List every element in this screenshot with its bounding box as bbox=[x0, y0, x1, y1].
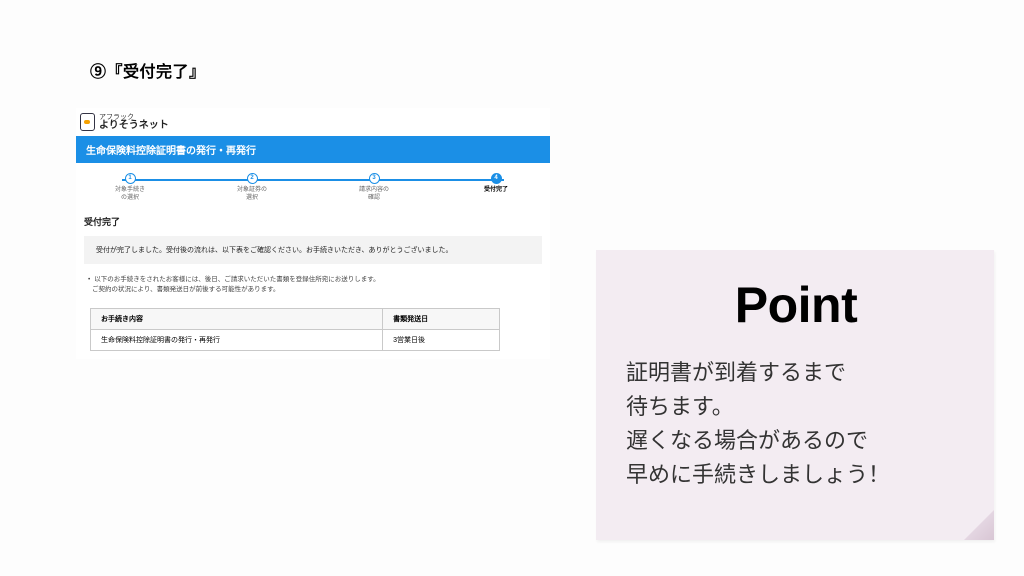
app-screenshot: アフラック よりそうネット 生命保険料控除証明書の発行・再発行 1 対象手続き … bbox=[76, 108, 550, 359]
step-dot-active: 4 bbox=[491, 173, 502, 184]
list-item: •以下のお手続きをされたお客様には、後日、ご請求いただいた書類を登録住所宛にお送… bbox=[88, 275, 538, 285]
note-title: Point bbox=[626, 276, 966, 334]
step-1: 1 対象手続き の選択 bbox=[98, 173, 162, 203]
step-dot: 1 bbox=[125, 173, 136, 184]
table-row: 生命保険料控除証明書の発行・再発行 3営業日後 bbox=[91, 330, 500, 351]
step-dot: 3 bbox=[369, 173, 380, 184]
page-title-bar: 生命保険料控除証明書の発行・再発行 bbox=[76, 136, 550, 163]
brand-bottom: よりそうネット bbox=[99, 121, 169, 131]
step-dot: 2 bbox=[247, 173, 258, 184]
step-2: 2 対象証券の 選択 bbox=[220, 173, 284, 203]
notice-list: •以下のお手続きをされたお客様には、後日、ご請求いただいた書類を登録住所宛にお送… bbox=[76, 270, 550, 301]
step-label-active: 受付完了 bbox=[464, 187, 528, 195]
brand-bar: アフラック よりそうネット bbox=[76, 108, 550, 136]
point-sticky-note: Point 証明書が到着するまで 待ちます。 遅くなる場合があるので 早めに手続… bbox=[596, 250, 994, 540]
shipping-table: お手続き内容 書類発送日 生命保険料控除証明書の発行・再発行 3営業日後 bbox=[90, 308, 500, 351]
panel-subheading: 受付完了 bbox=[76, 211, 550, 232]
cell: 生命保険料控除証明書の発行・再発行 bbox=[91, 330, 383, 351]
section-heading: ⑨『受付完了』 bbox=[90, 58, 206, 82]
col-header: 書類発送日 bbox=[383, 309, 500, 330]
step-label: 対象証券の 選択 bbox=[220, 187, 284, 203]
list-item: ご契約の状況により、書類発送日が前後する可能性があります。 bbox=[88, 285, 538, 295]
step-label: 対象手続き の選択 bbox=[98, 187, 162, 203]
col-header: お手続き内容 bbox=[91, 309, 383, 330]
completion-message: 受付が完了しました。受付後の流れは、以下表をご確認ください。お手続きいただき、あ… bbox=[84, 236, 542, 264]
table-header-row: お手続き内容 書類発送日 bbox=[91, 309, 500, 330]
step-4: 4 受付完了 bbox=[464, 173, 528, 195]
progress-stepper: 1 対象手続き の選択 2 対象証券の 選択 3 請求内容の 確認 4 受付完了 bbox=[76, 163, 550, 211]
duck-icon bbox=[80, 113, 95, 131]
step-label: 請求内容の 確認 bbox=[342, 187, 406, 203]
cell: 3営業日後 bbox=[383, 330, 500, 351]
note-body: 証明書が到着するまで 待ちます。 遅くなる場合があるので 早めに手続きしましょう… bbox=[626, 356, 966, 492]
step-3: 3 請求内容の 確認 bbox=[342, 173, 406, 203]
